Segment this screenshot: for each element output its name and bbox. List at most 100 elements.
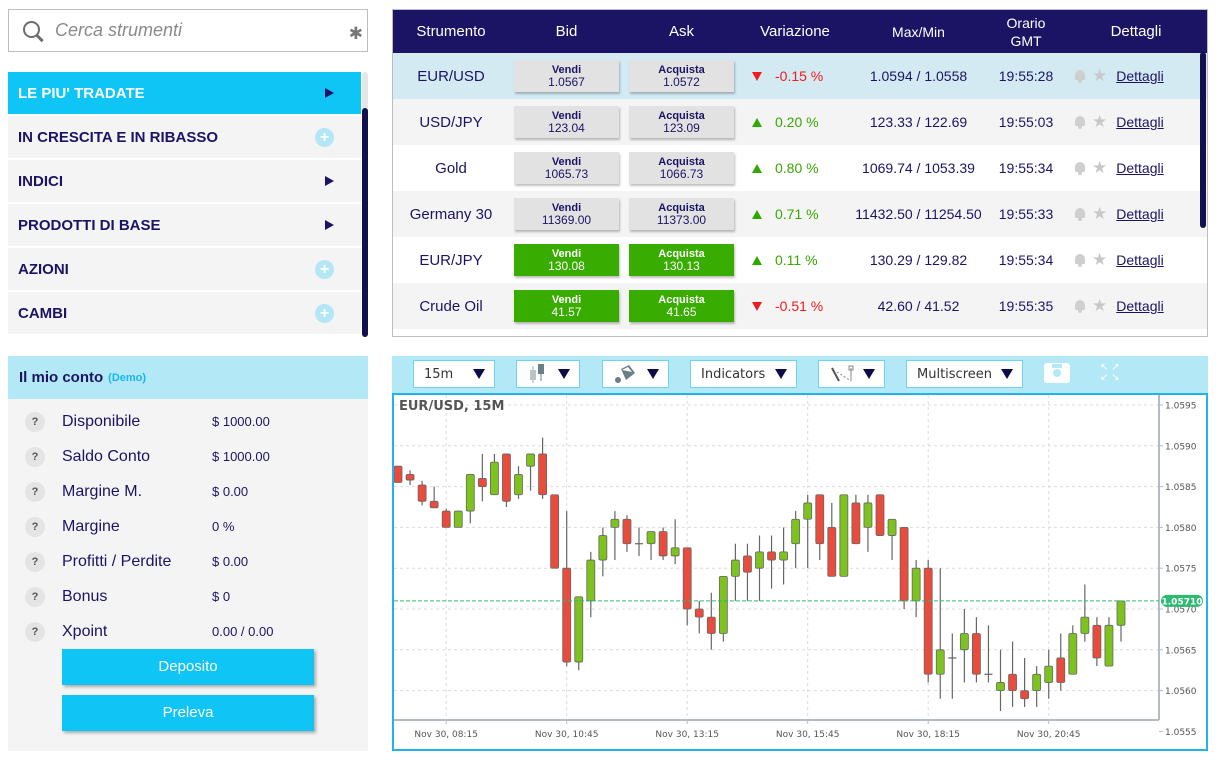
help-icon[interactable]: ? — [25, 411, 45, 432]
interval-dropdown[interactable]: 15m — [413, 360, 495, 388]
account-value: $ 1000.00 — [212, 449, 270, 464]
category-stocks[interactable]: AZIONI + — [8, 248, 361, 290]
candle-up — [779, 527, 789, 585]
bell-icon[interactable] — [1072, 253, 1088, 267]
bell-icon[interactable] — [1072, 207, 1088, 221]
bid-cell: Vendi 123.04 — [509, 106, 624, 138]
table-scrollbar[interactable] — [1200, 52, 1206, 330]
buy-button[interactable]: Acquista 123.09 — [629, 106, 734, 138]
candlestick-chart[interactable]: 1.05951.05901.05851.05801.05751.05701.05… — [393, 395, 1206, 749]
star-icon[interactable]: ★ — [1092, 204, 1107, 224]
candle-down — [622, 515, 632, 552]
table-row[interactable]: EUR/JPY Vendi 130.08 Acquista 130.13 0.11 … — [393, 237, 1207, 283]
details-link[interactable]: Dettagli — [1116, 160, 1163, 176]
candle-down — [550, 494, 560, 569]
candle-body — [622, 518, 632, 545]
candle-body — [851, 502, 861, 545]
category-rising-falling[interactable]: IN CRESCITA E IN RIBASSO + — [8, 116, 361, 158]
buy-button[interactable]: Acquista 1066.73 — [629, 152, 734, 184]
search-input[interactable] — [55, 20, 335, 41]
candle-up — [1068, 625, 1078, 675]
details-cell: ★ Dettagli — [1066, 296, 1206, 316]
category-commodities[interactable]: PRODOTTI DI BASE — [8, 204, 361, 246]
asterisk-icon[interactable]: ✱ — [349, 24, 363, 44]
change-value: -0.15 % — [775, 68, 824, 84]
multiscreen-dropdown[interactable]: Multiscreen — [906, 360, 1023, 388]
star-icon[interactable]: ★ — [1092, 66, 1107, 86]
buy-button[interactable]: Acquista 11373.00 — [629, 198, 734, 230]
details-link[interactable]: Dettagli — [1116, 298, 1163, 314]
candle-down — [429, 486, 439, 509]
table-row[interactable]: Germany 30 Vendi 11369.00 Acquista 11373.0… — [393, 191, 1207, 237]
star-icon[interactable]: ★ — [1092, 250, 1107, 270]
y-tick-label: 1.0555 — [1165, 728, 1197, 738]
buy-button[interactable]: Acquista 41.65 — [629, 290, 734, 322]
bell-icon[interactable] — [1072, 69, 1088, 83]
candle-body — [767, 551, 776, 561]
chevron-down-icon — [863, 369, 875, 379]
sell-button[interactable]: Vendi 1.0567 — [514, 60, 619, 92]
table-row[interactable]: Gold Vendi 1065.73 Acquista 1066.73 0.80 %… — [393, 145, 1207, 191]
bell-icon[interactable] — [1072, 115, 1088, 129]
scrollbar-thumb[interactable] — [1200, 52, 1206, 228]
drawing-tools-icon — [831, 365, 854, 382]
fullscreen-icon[interactable]: ↖ ↗ ↙ ↘ — [1100, 363, 1122, 385]
chart-type-dropdown[interactable] — [516, 360, 580, 388]
candle-body — [839, 494, 849, 577]
help-icon[interactable]: ? — [25, 481, 45, 502]
table-row-partial — [393, 329, 1207, 336]
buy-button[interactable]: Acquista 1.0572 — [629, 60, 734, 92]
price-chart[interactable]: 1.0595 1.0590 1.0585 1.0580 1.0575 1.0570 1.05… — [392, 393, 1208, 751]
help-icon[interactable]: ? — [25, 551, 45, 572]
help-icon[interactable]: ? — [25, 446, 45, 467]
star-icon[interactable]: ★ — [1092, 296, 1107, 316]
details-link[interactable]: Dettagli — [1116, 206, 1163, 222]
candle-body — [1032, 673, 1042, 691]
category-forex[interactable]: CAMBI + — [8, 292, 361, 334]
bell-icon[interactable] — [1072, 299, 1088, 313]
candle-up — [863, 494, 873, 552]
help-icon[interactable]: ? — [25, 586, 45, 607]
candle-down — [972, 617, 981, 683]
sell-button[interactable]: Vendi 11369.00 — [514, 198, 619, 230]
drawing-tools-dropdown[interactable] — [818, 360, 885, 388]
details-cell: ★ Dettagli — [1066, 66, 1206, 86]
details-link[interactable]: Dettagli — [1116, 68, 1163, 84]
category-indices[interactable]: INDICI — [8, 160, 361, 202]
ask-cell: Acquista 41.65 — [624, 290, 739, 322]
camera-icon[interactable] — [1044, 363, 1070, 383]
table-row[interactable]: Crude Oil Vendi 41.57 Acquista 41.65 -0.51… — [393, 283, 1207, 329]
candle-up — [1044, 649, 1054, 699]
details-link[interactable]: Dettagli — [1116, 252, 1163, 268]
bell-icon[interactable] — [1072, 161, 1088, 175]
withdraw-button[interactable]: Preleva — [62, 695, 314, 731]
search-box: ✱ — [8, 9, 368, 52]
sell-button[interactable]: Vendi 130.08 — [514, 244, 619, 276]
candle-up — [598, 527, 608, 577]
help-icon[interactable]: ? — [25, 621, 45, 642]
indicators-dropdown[interactable]: Indicators — [690, 360, 797, 388]
account-row-available: ? Disponibile $ 1000.00 — [8, 404, 368, 439]
chevron-down-icon — [558, 369, 570, 379]
category-scrollbar[interactable] — [362, 72, 368, 337]
sell-button[interactable]: Vendi 123.04 — [514, 106, 619, 138]
candle-body — [935, 649, 945, 675]
sell-button[interactable]: Vendi 41.57 — [514, 290, 619, 322]
bid-price: 1065.73 — [544, 167, 589, 181]
style-dropdown[interactable] — [602, 360, 669, 388]
ask-price: 130.13 — [663, 259, 700, 273]
category-most-traded[interactable]: LE PIU' TRADATE — [8, 72, 361, 114]
table-row[interactable]: USD/JPY Vendi 123.04 Acquista 123.09 0.20 … — [393, 99, 1207, 145]
sell-button[interactable]: Vendi 1065.73 — [514, 152, 619, 184]
table-row[interactable]: EUR/USD Vendi 1.0567 Acquista 1.0572 -0.15… — [393, 53, 1207, 99]
star-icon[interactable]: ★ — [1092, 158, 1107, 178]
candle-down — [562, 511, 572, 667]
candle-body — [562, 567, 572, 663]
candle-up — [887, 518, 897, 561]
deposit-button[interactable]: Deposito — [62, 649, 314, 685]
help-icon[interactable]: ? — [25, 516, 45, 537]
details-link[interactable]: Dettagli — [1116, 114, 1163, 130]
scrollbar-thumb[interactable] — [362, 108, 368, 337]
star-icon[interactable]: ★ — [1092, 112, 1107, 132]
buy-button[interactable]: Acquista 130.13 — [629, 244, 734, 276]
